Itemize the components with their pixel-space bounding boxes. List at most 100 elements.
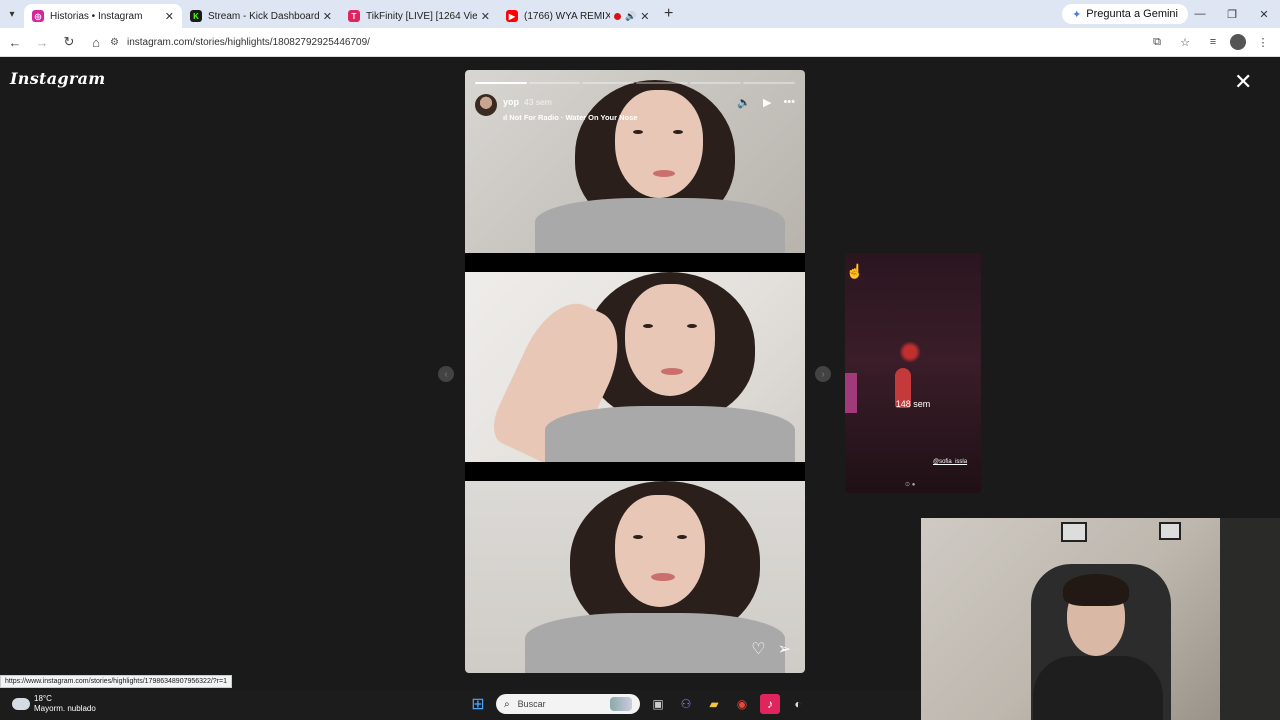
obs-icon[interactable]: ◐ xyxy=(788,694,808,714)
story-photo xyxy=(465,272,805,462)
windows-start-icon[interactable]: ⊞ xyxy=(468,694,488,714)
tiktok-icon[interactable]: ♪ xyxy=(760,694,780,714)
tab-close-icon[interactable]: ✕ xyxy=(481,10,490,23)
task-view-icon[interactable]: ▣ xyxy=(648,694,668,714)
profile-avatar-icon[interactable] xyxy=(1230,34,1246,50)
progress-segment xyxy=(689,82,742,84)
tab-bar: ▾ ◎ Historias • Instagram ✕ K Stream - K… xyxy=(0,0,1280,28)
eye-shape xyxy=(687,324,697,328)
close-icon[interactable]: ✕ xyxy=(1234,71,1252,93)
tab-title: TikFinity [LIVE] [1264 Viewers] xyxy=(366,10,477,22)
story-dots: ⊙ ● xyxy=(905,482,916,488)
tab-close-icon[interactable]: ✕ xyxy=(640,10,649,23)
music-title: Not For Radio · Water On Your Nose xyxy=(509,113,638,122)
window-close-icon[interactable]: ✕ xyxy=(1248,0,1280,28)
new-tab-icon[interactable]: + xyxy=(656,5,681,23)
tab-youtube[interactable]: ▶ (1766) WYA REMIX RED 🔊 ✕ xyxy=(498,4,656,28)
recording-icon xyxy=(614,12,621,20)
speaker-icon[interactable]: 🔈 xyxy=(737,96,751,109)
address-bar[interactable]: ⚙ instagram.com/stories/highlights/18082… xyxy=(104,31,1144,54)
cloud-icon xyxy=(12,698,30,710)
progress-segment xyxy=(528,82,581,84)
taskbar: 18°C Mayorm. nublado ⊞ ⌕ Buscar ▣ ⚇ ▰ ◉ … xyxy=(0,690,921,720)
previous-story-icon[interactable]: ‹ xyxy=(438,366,454,382)
face-shape xyxy=(625,284,715,396)
media-control-icon[interactable]: ≡ xyxy=(1202,31,1224,53)
install-app-icon[interactable]: ⧉ xyxy=(1146,31,1168,53)
story-viewer[interactable]: yop 43 sem ıl Not For Radio · Water On Yo… xyxy=(465,70,805,673)
search-placeholder: Buscar xyxy=(517,699,546,709)
tab-tikfinity[interactable]: T TikFinity [LIVE] [1264 Viewers] ✕ xyxy=(340,4,498,28)
menu-kebab-icon[interactable]: ⋮ xyxy=(1252,31,1274,53)
search-icon: ⌕ xyxy=(504,698,510,710)
weather-desc: Mayorm. nublado xyxy=(34,704,96,713)
eye-shape xyxy=(643,324,653,328)
play-icon[interactable]: ▶ xyxy=(763,96,771,109)
eye-shape xyxy=(633,535,643,539)
kick-favicon-icon: K xyxy=(190,10,202,22)
window-controls: — ❐ ✕ xyxy=(1184,0,1280,28)
story-time: 43 sem xyxy=(524,97,552,107)
gemini-button[interactable]: ✦ Pregunta a Gemini xyxy=(1062,4,1188,24)
tab-instagram[interactable]: ◎ Historias • Instagram ✕ xyxy=(24,4,182,28)
instagram-logo[interactable]: Instagram xyxy=(10,69,106,88)
chrome-icon[interactable]: ◉ xyxy=(732,694,752,714)
person-hair xyxy=(1063,574,1129,606)
site-info-icon[interactable]: ⚙ xyxy=(110,37,119,48)
eye-shape xyxy=(633,130,643,134)
wall-frame xyxy=(1159,522,1181,540)
teams-icon[interactable]: ⚇ xyxy=(676,694,696,714)
back-icon[interactable]: ← xyxy=(3,30,27,54)
speaker-icon[interactable]: 🔊 xyxy=(625,11,636,22)
eye-shape xyxy=(673,130,683,134)
next-story-icon[interactable]: › xyxy=(815,366,831,382)
story-music[interactable]: ıl Not For Radio · Water On Your Nose xyxy=(503,113,637,122)
taskbar-search[interactable]: ⌕ Buscar xyxy=(496,694,640,714)
toolbar-actions: ⧉ ☆ ≡ ⋮ xyxy=(1146,31,1274,53)
person-body xyxy=(1033,656,1163,720)
wall-shadow xyxy=(1220,518,1280,720)
search-highlight-icon xyxy=(610,697,632,711)
bookmark-star-icon[interactable]: ☆ xyxy=(1174,31,1196,53)
next-story-preview[interactable]: 148 sem @sofia_issla ⊙ ● xyxy=(845,253,981,493)
lips-shape xyxy=(651,573,675,581)
weather-widget[interactable]: 18°C Mayorm. nublado xyxy=(12,694,96,714)
weather-temp: 18°C xyxy=(34,694,52,703)
forward-icon[interactable]: → xyxy=(30,30,54,54)
tikfinity-favicon-icon: T xyxy=(348,10,360,22)
tab-close-icon[interactable]: ✕ xyxy=(323,10,332,23)
tab-title: (1766) WYA REMIX RED xyxy=(524,10,610,22)
story-username[interactable]: yop xyxy=(503,97,519,107)
tab-title: Stream - Kick Dashboard xyxy=(208,10,319,22)
stage-light-shape xyxy=(899,341,921,363)
send-icon[interactable]: ➢ xyxy=(778,639,791,659)
gemini-star-icon: ✦ xyxy=(1072,8,1082,21)
instagram-favicon-icon: ◎ xyxy=(32,10,44,22)
progress-segment xyxy=(636,82,688,84)
tab-search-icon[interactable]: ▾ xyxy=(0,0,24,28)
minimize-icon[interactable]: — xyxy=(1184,0,1216,28)
progress-segment xyxy=(475,82,527,84)
face-shape xyxy=(615,495,705,607)
restore-icon[interactable]: ❐ xyxy=(1216,0,1248,28)
shirt-shape xyxy=(535,198,785,253)
story-progress-bar xyxy=(475,82,796,84)
shirt-shape xyxy=(545,406,795,462)
story-avatar[interactable] xyxy=(475,94,497,116)
next-story-tag: @sofia_issla xyxy=(933,459,968,465)
taskbar-icons: ⊞ ⌕ Buscar ▣ ⚇ ▰ ◉ ♪ ◐ xyxy=(468,694,808,714)
status-url: https://www.instagram.com/stories/highli… xyxy=(0,675,232,688)
eye-shape xyxy=(677,535,687,539)
webcam-overlay xyxy=(921,518,1280,720)
reload-icon[interactable]: ↻ xyxy=(57,30,81,54)
progress-segment xyxy=(582,82,635,84)
tab-title: Historias • Instagram xyxy=(50,10,143,22)
tab-close-icon[interactable]: ✕ xyxy=(165,10,174,23)
browser-toolbar: ← → ↻ ⌂ ⚙ instagram.com/stories/highligh… xyxy=(0,28,1280,57)
file-explorer-icon[interactable]: ▰ xyxy=(704,694,724,714)
wall-frame xyxy=(1061,522,1087,542)
more-icon[interactable]: ••• xyxy=(783,96,795,109)
heart-icon[interactable]: ♡ xyxy=(751,639,765,659)
tab-kick[interactable]: K Stream - Kick Dashboard ✕ xyxy=(182,4,340,28)
story-actions: ♡ ➢ xyxy=(751,639,791,659)
